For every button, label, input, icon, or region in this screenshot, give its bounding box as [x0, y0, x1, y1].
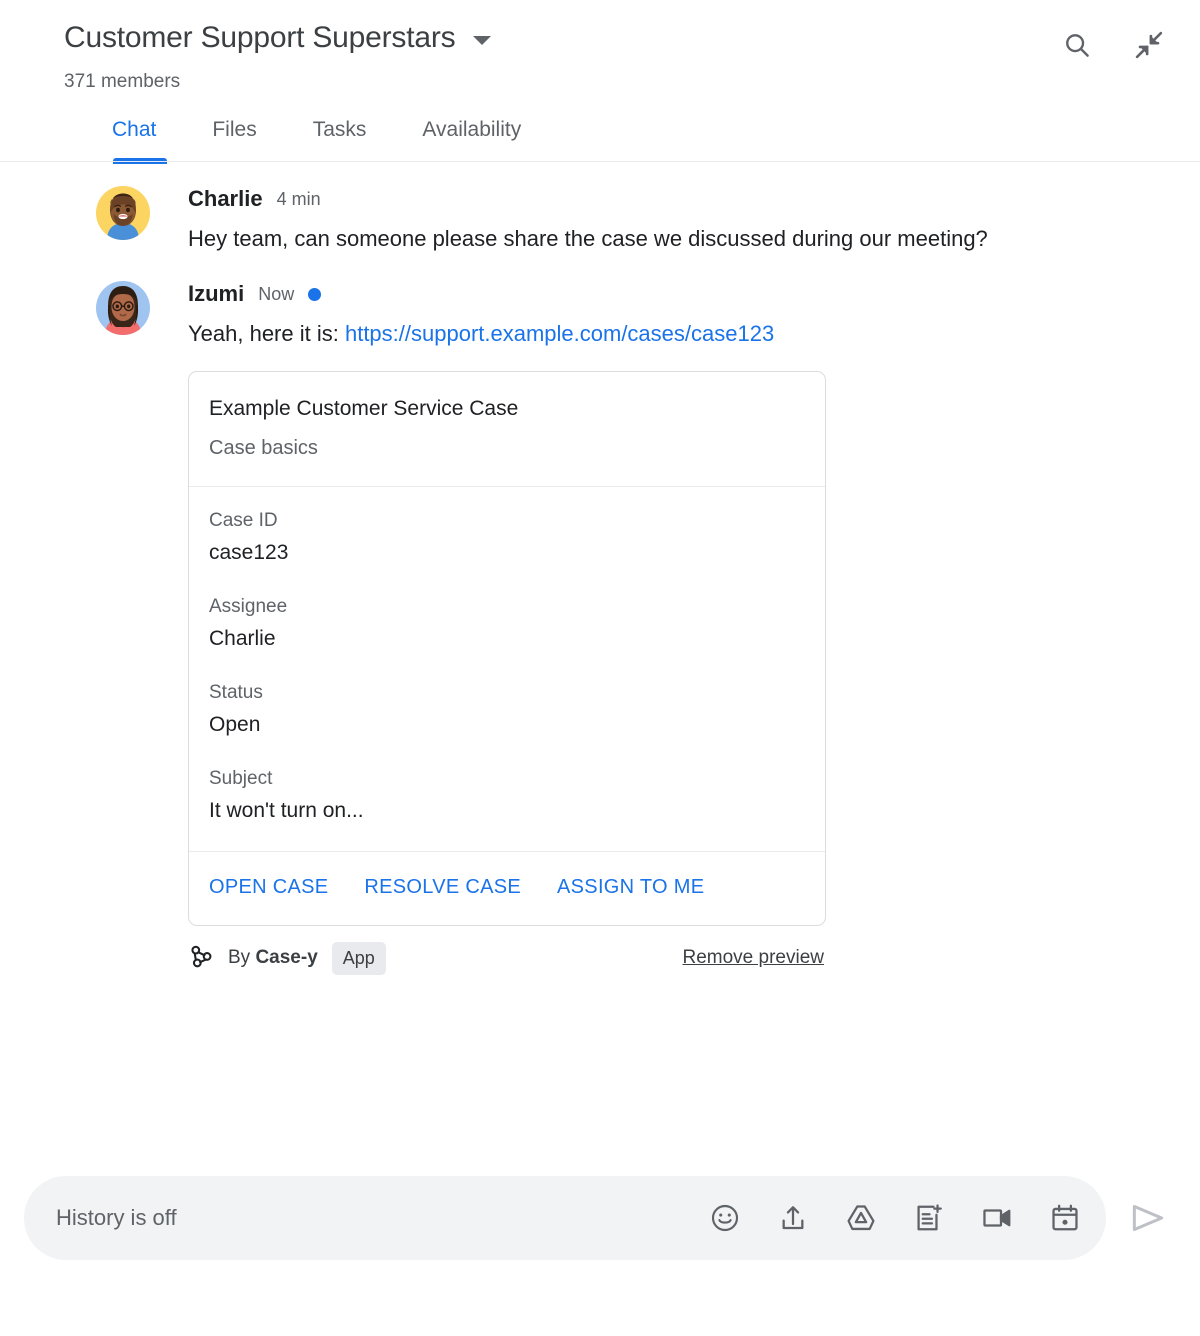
remove-preview-link[interactable]: Remove preview [683, 947, 825, 969]
message-body: Izumi Now Yeah, here it is: https://supp… [188, 279, 1172, 975]
message-text: Hey team, can someone please share the c… [188, 226, 988, 251]
case-link[interactable]: https://support.example.com/cases/case12… [345, 321, 774, 346]
unread-dot-icon [308, 287, 322, 301]
message-list: Charlie 4 min Hey team, can someone plea… [0, 162, 1200, 975]
field-label: Subject [209, 767, 273, 789]
chevron-down-icon[interactable] [473, 35, 492, 45]
open-case-button[interactable]: OPEN CASE [209, 876, 328, 899]
field-assignee: Assignee Charlie [209, 593, 805, 653]
message-composer: History is off [0, 1176, 1200, 1260]
attribution-by-prefix: By [228, 947, 256, 969]
message-author: Izumi [188, 281, 245, 307]
message-item: Izumi Now Yeah, here it is: https://supp… [0, 279, 1200, 975]
tab-files[interactable]: Files [184, 116, 284, 162]
member-count: 371 members [64, 71, 181, 92]
avatar[interactable] [96, 186, 150, 240]
message-input[interactable]: History is off [56, 1203, 708, 1233]
field-label: Assignee [209, 595, 288, 617]
tab-bar-divider [0, 161, 1200, 162]
search-icon[interactable] [1062, 30, 1092, 60]
field-label: Case ID [209, 509, 278, 531]
attribution-text: By Case-y [228, 945, 318, 971]
field-case-id: Case ID case123 [209, 507, 805, 567]
composer-toolbar [708, 1201, 1082, 1235]
space-header: Customer Support Superstars 371 members [0, 0, 1200, 164]
field-value: case123 [209, 540, 289, 564]
avatar[interactable] [96, 281, 150, 336]
resolve-case-button[interactable]: RESOLVE CASE [364, 876, 521, 899]
message-author: Charlie [188, 186, 263, 211]
calendar-icon[interactable] [1048, 1201, 1082, 1235]
composer-pill[interactable]: History is off [24, 1176, 1106, 1260]
tab-availability[interactable]: Availability [394, 116, 549, 162]
tab-chat[interactable]: Chat [96, 116, 184, 164]
card-fields: Case ID case123 Assignee Charlie Status … [189, 487, 825, 852]
tab-bar: Chat Files Tasks Availability [0, 96, 1200, 164]
space-title-block: Customer Support Superstars 371 members [64, 18, 1062, 96]
card-header: Example Customer Service Case Case basic… [189, 372, 825, 487]
card-title: Example Customer Service Case [209, 396, 519, 420]
emoji-icon[interactable] [708, 1201, 742, 1235]
message-text: Yeah, here it is: https://support.exampl… [188, 317, 1088, 350]
upload-icon[interactable] [776, 1201, 810, 1235]
drive-icon[interactable] [844, 1201, 878, 1235]
field-status: Status Open [209, 679, 805, 739]
message-timestamp: Now [258, 284, 295, 305]
tab-chat-label: Chat [112, 118, 157, 141]
header-actions [1062, 18, 1172, 60]
field-value: It won't turn on... [209, 798, 364, 822]
tab-availability-label: Availability [422, 118, 522, 141]
new-document-icon[interactable] [912, 1201, 946, 1235]
field-subject: Subject It won't turn on... [209, 765, 805, 825]
send-button[interactable] [1120, 1190, 1176, 1246]
field-value: Open [209, 712, 261, 736]
collapse-icon[interactable] [1134, 30, 1164, 60]
field-label: Status [209, 681, 263, 703]
webhook-icon [188, 943, 214, 974]
card-actions: OPEN CASE RESOLVE CASE ASSIGN TO ME [189, 852, 825, 925]
message-text-prefix: Yeah, here it is: [188, 321, 345, 347]
assign-to-me-button[interactable]: ASSIGN TO ME [557, 876, 704, 899]
tab-tasks-label: Tasks [312, 118, 367, 141]
field-value: Charlie [209, 626, 276, 650]
tab-tasks[interactable]: Tasks [285, 116, 395, 162]
tab-files-label: Files [212, 118, 257, 141]
card-attribution: By Case-y App Remove preview [188, 941, 826, 975]
message-item: Charlie 4 min Hey team, can someone plea… [0, 184, 1200, 255]
attribution-app-name: Case-y [255, 947, 318, 969]
message-timestamp: 4 min [276, 189, 321, 209]
page-title: Customer Support Superstars [64, 21, 456, 54]
card-subtitle: Case basics [209, 436, 318, 459]
message-body: Charlie 4 min Hey team, can someone plea… [188, 184, 1172, 255]
video-camera-icon[interactable] [980, 1201, 1014, 1235]
status-badge: App [331, 941, 386, 975]
case-preview-card: Example Customer Service Case Case basic… [188, 370, 826, 926]
chat-space-panel: Customer Support Superstars 371 members [0, 0, 1200, 1336]
